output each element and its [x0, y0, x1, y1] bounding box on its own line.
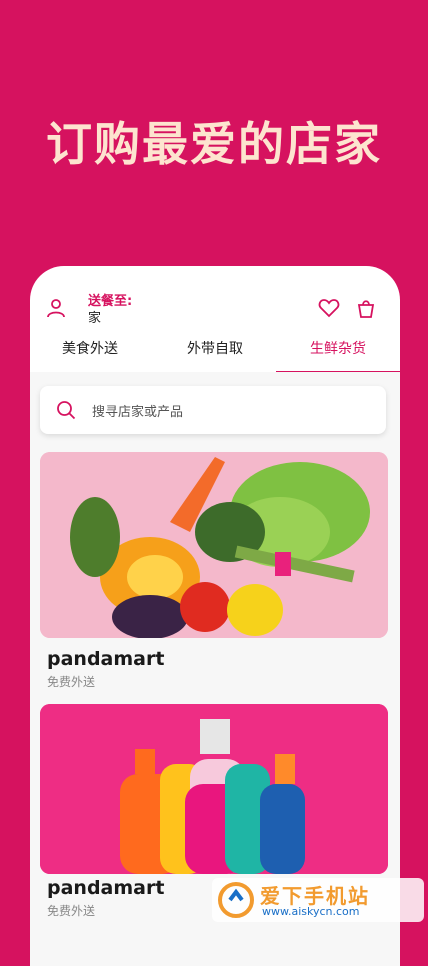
store-list: 搜寻店家或产品 pandamart 免费外送 pandamart 免费外送 [30, 372, 400, 966]
category-tabs: 美食外送 外带自取 生鲜杂货 [30, 332, 400, 373]
tab-food-delivery[interactable]: 美食外送 [30, 338, 150, 358]
store-image-household[interactable] [40, 704, 388, 874]
search-icon [57, 401, 76, 420]
watermark-logo-icon [218, 882, 254, 918]
phone-screen: 送餐至: 家 美食外送 外带自取 生鲜杂货 搜寻店家或产品 pandamart … [30, 266, 400, 966]
top-bar: 送餐至: 家 [30, 266, 400, 332]
tab-pickup[interactable]: 外带自取 [155, 338, 275, 358]
store-name[interactable]: pandamart [47, 648, 164, 670]
store-delivery-info: 免费外送 [47, 904, 96, 918]
hero-title: 订购最爱的店家 [46, 117, 382, 171]
heart-icon[interactable] [318, 298, 340, 318]
search-input[interactable]: 搜寻店家或产品 [92, 401, 183, 420]
user-icon[interactable] [46, 298, 66, 318]
deliver-to-address[interactable]: 家 [88, 307, 101, 326]
store-image-groceries[interactable] [40, 452, 388, 638]
bag-icon[interactable] [355, 297, 377, 319]
store-delivery-info: 免费外送 [47, 675, 96, 689]
vegetables-illustration [40, 452, 388, 638]
store-name[interactable]: pandamart [47, 877, 164, 899]
tab-groceries[interactable]: 生鲜杂货 [278, 338, 398, 358]
watermark-url: www.aiskycn.com [262, 905, 360, 918]
spray-bottles-illustration [40, 704, 388, 874]
search-bar[interactable]: 搜寻店家或产品 [40, 386, 386, 434]
watermark: 爱下手机站 www.aiskycn.com [212, 878, 424, 922]
